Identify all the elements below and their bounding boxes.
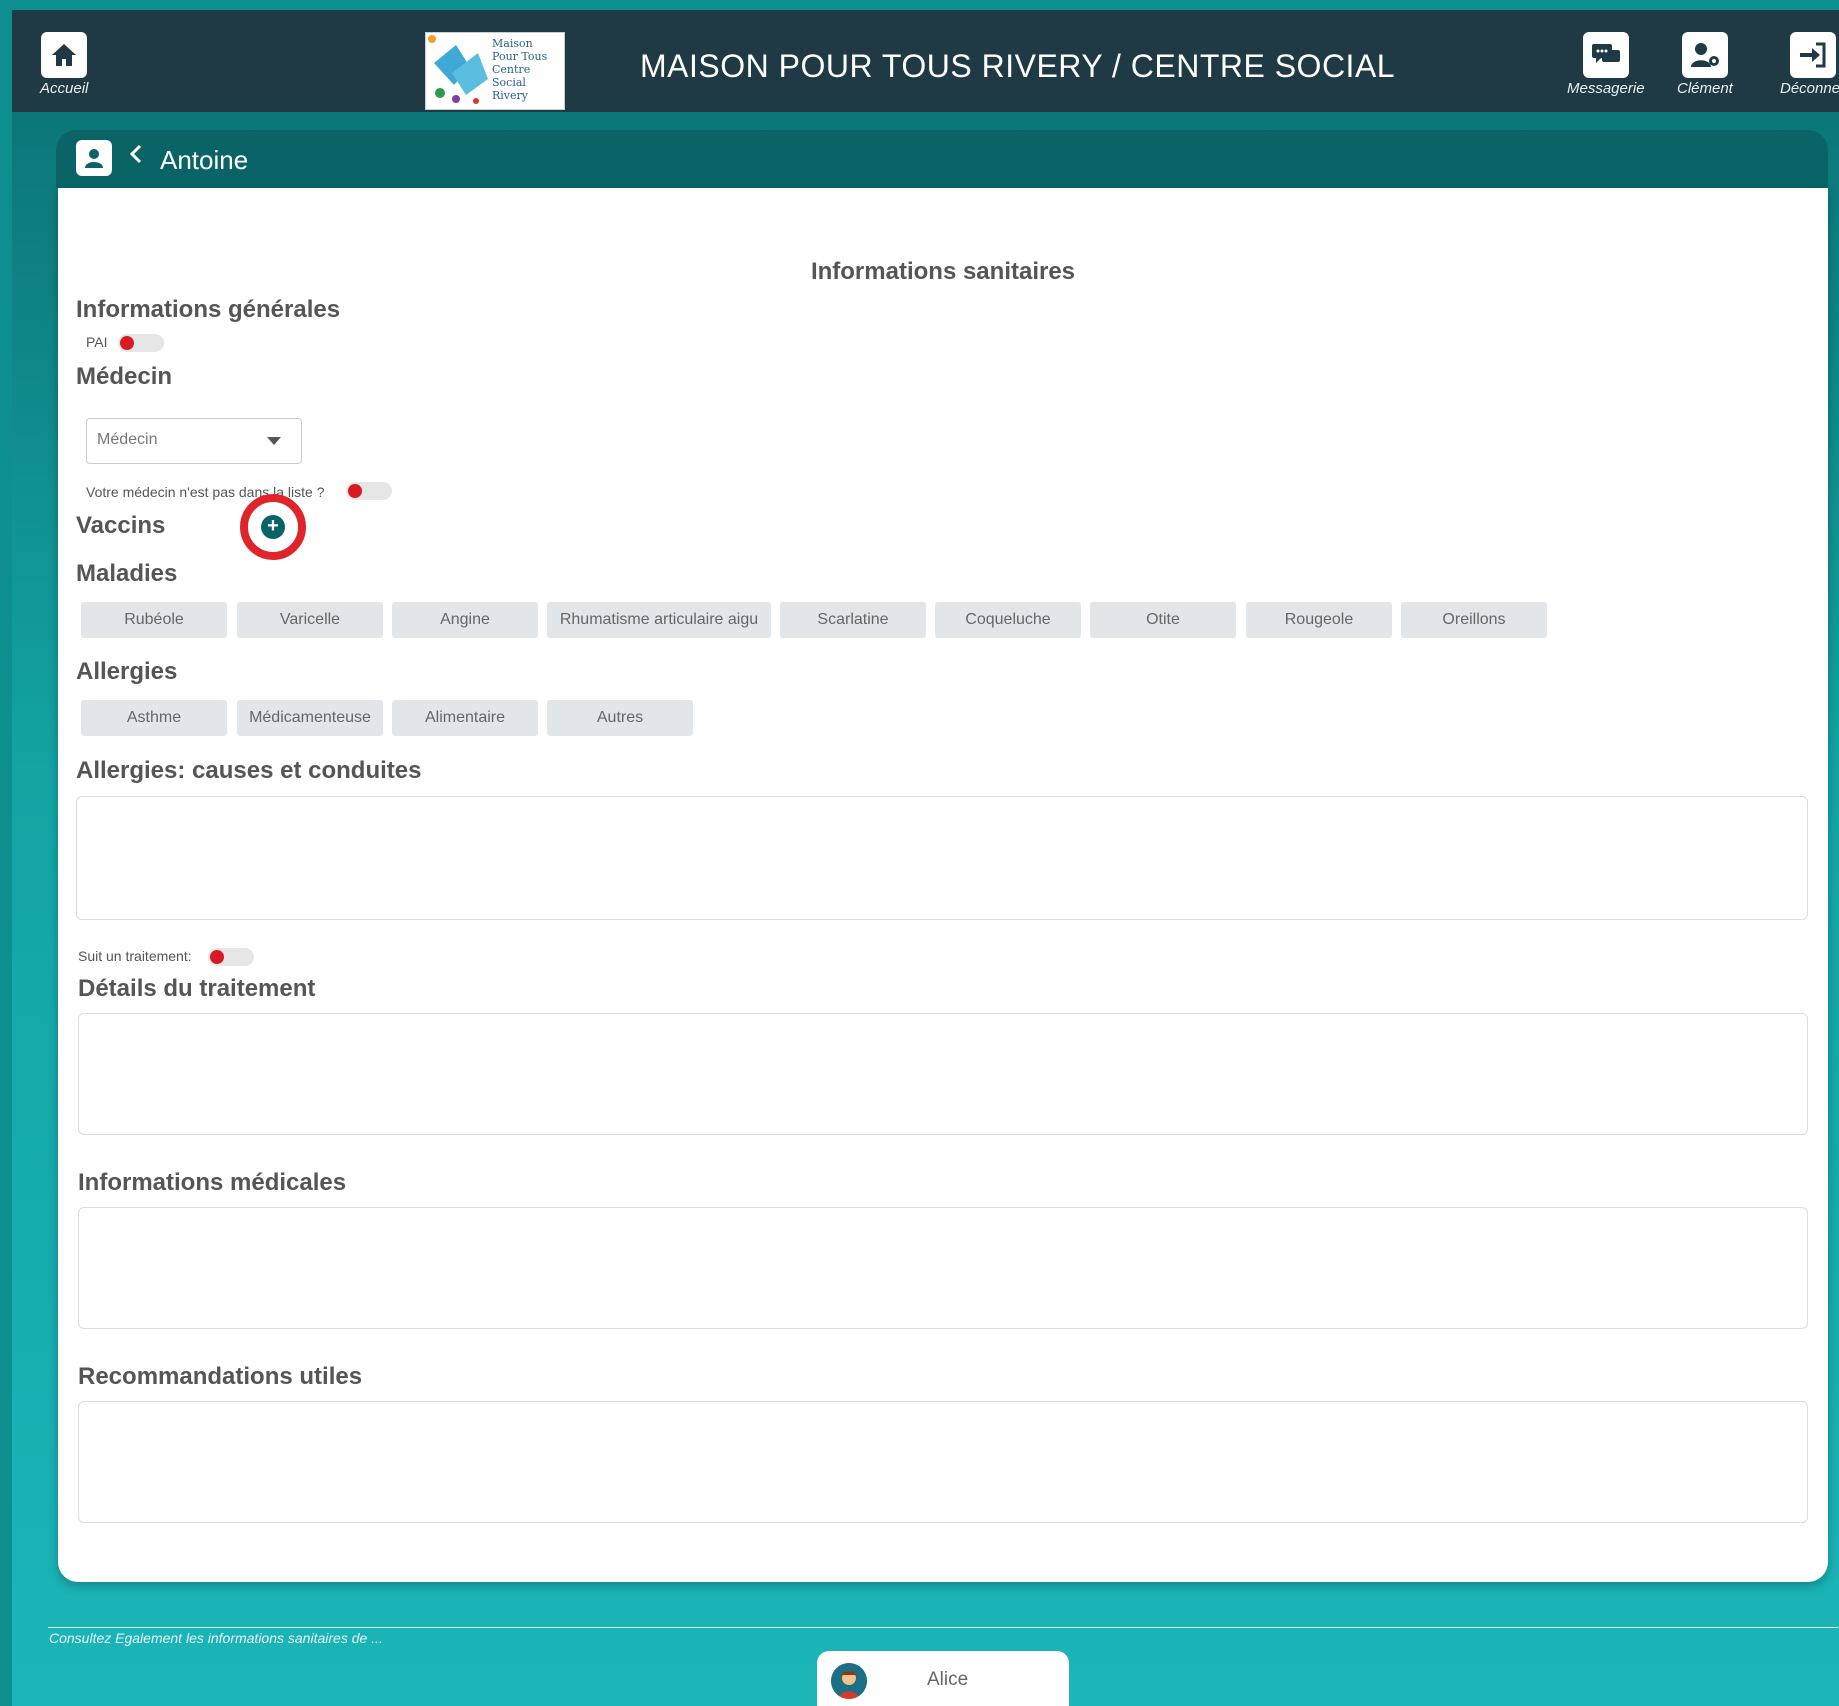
- allergy-chip[interactable]: Médicamenteuse: [237, 700, 383, 736]
- home-label: Accueil: [40, 80, 89, 97]
- treatment-label: Suit un traitement:: [78, 948, 192, 964]
- treatment-details-textarea[interactable]: [78, 1013, 1808, 1135]
- home-button[interactable]: Accueil: [40, 32, 88, 97]
- app-title: MAISON POUR TOUS RIVERY / CENTRE SOCIAL: [640, 48, 1396, 84]
- doctor-not-listed-toggle[interactable]: [346, 482, 392, 500]
- logout-icon: [1790, 32, 1836, 78]
- home-icon: [41, 32, 88, 78]
- doctor-select-value: Médecin: [97, 431, 158, 448]
- messaging-button[interactable]: Messagerie: [1567, 32, 1645, 97]
- messaging-label: Messagerie: [1567, 80, 1645, 97]
- page-heading: Informations sanitaires: [810, 258, 1076, 285]
- health-info-card: Informations sanitaires Informations gén…: [58, 188, 1828, 1582]
- recommendations-title: Recommandations utiles: [78, 1363, 363, 1390]
- footer-text: Consultez Egalement les informations san…: [49, 1630, 383, 1646]
- disease-chip[interactable]: Angine: [392, 602, 538, 638]
- user-settings-button[interactable]: Clément: [1677, 32, 1733, 97]
- allergy-causes-title: Allergies: causes et conduites: [76, 757, 422, 784]
- allergies-title: Allergies: [76, 658, 178, 685]
- logout-button[interactable]: Déconnexio: [1780, 32, 1839, 97]
- disease-chip[interactable]: Varicelle: [237, 602, 383, 638]
- doctor-title: Médecin: [76, 363, 173, 390]
- allergy-chip[interactable]: Alimentaire: [392, 700, 538, 736]
- add-vaccine-button[interactable]: +: [240, 494, 306, 560]
- logo: Maison Pour Tous Centre Social Rivery: [425, 32, 565, 110]
- medical-info-textarea[interactable]: [78, 1207, 1808, 1329]
- vaccines-title: Vaccins: [76, 512, 166, 539]
- allergy-chip[interactable]: Autres: [547, 700, 693, 736]
- chevron-left-icon[interactable]: [128, 142, 144, 173]
- top-bar: Accueil Maison Pour Tous Centre Social R…: [12, 10, 1839, 112]
- treatment-details-title: Détails du traitement: [78, 975, 316, 1002]
- treatment-toggle[interactable]: [208, 948, 254, 966]
- logout-label: Déconnexio: [1780, 80, 1839, 97]
- disease-chip[interactable]: Rougeole: [1246, 602, 1392, 638]
- user-label: Clément: [1677, 80, 1733, 97]
- disease-chip[interactable]: Rhumatisme articulaire aigu: [547, 602, 771, 638]
- logo-text: Maison Pour Tous Centre Social Rivery: [492, 37, 548, 102]
- footer-divider: [48, 1627, 1838, 1628]
- allergy-chip[interactable]: Asthme: [81, 700, 227, 736]
- avatar: [831, 1663, 867, 1699]
- caret-down-icon: [267, 437, 281, 445]
- disease-chip[interactable]: Rubéole: [81, 602, 227, 638]
- person-header: Antoine: [56, 130, 1828, 188]
- pai-toggle[interactable]: [118, 334, 164, 352]
- disease-chip[interactable]: Scarlatine: [780, 602, 926, 638]
- disease-chip[interactable]: Coqueluche: [935, 602, 1081, 638]
- person-name: Antoine: [160, 145, 249, 175]
- user-gear-icon: [1681, 32, 1728, 78]
- pai-label: PAI: [86, 334, 108, 350]
- child-name: Alice: [927, 1669, 969, 1690]
- plus-icon: +: [261, 515, 285, 539]
- chat-icon: [1582, 32, 1629, 78]
- person-icon: [76, 140, 112, 176]
- diseases-title: Maladies: [76, 560, 178, 587]
- disease-chip[interactable]: Otite: [1090, 602, 1236, 638]
- disease-chip[interactable]: Oreillons: [1401, 602, 1547, 638]
- allergy-causes-textarea[interactable]: [76, 796, 1808, 920]
- recommendations-textarea[interactable]: [78, 1401, 1808, 1523]
- child-tab-alice[interactable]: Alice: [817, 1651, 1069, 1706]
- general-info-title: Informations générales: [76, 296, 341, 323]
- medical-info-title: Informations médicales: [78, 1169, 347, 1196]
- doctor-select[interactable]: Médecin: [86, 418, 302, 464]
